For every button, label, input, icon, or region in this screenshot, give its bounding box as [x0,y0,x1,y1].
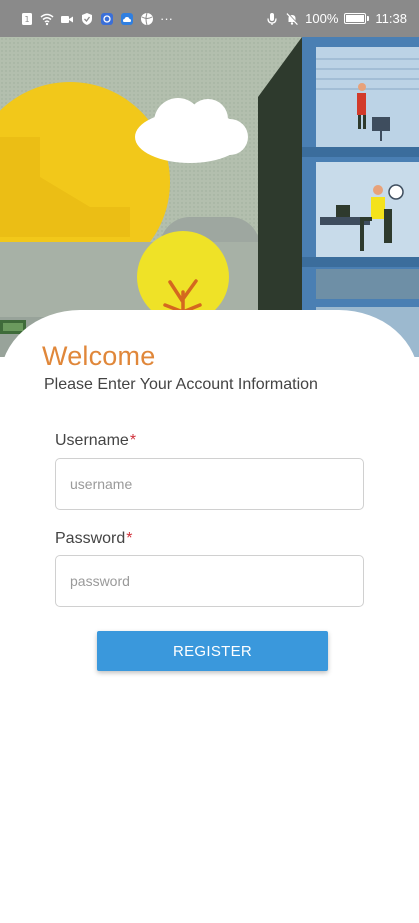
username-input[interactable] [55,458,364,510]
password-label: Password* [55,530,132,548]
video-icon [60,12,74,26]
hero-illustration [0,37,419,357]
status-bar-left: 1 ··· [20,11,173,26]
mic-icon [265,12,279,26]
login-card [0,310,419,923]
app-icon [100,12,114,26]
status-bar-right: 100% 11:38 [265,11,407,26]
status-time: 11:38 [375,11,407,26]
svg-text:1: 1 [24,15,29,24]
mute-bell-icon [285,12,299,26]
password-label-text: Password [55,530,126,547]
password-required-mark: * [126,530,133,547]
ball-icon [140,12,154,26]
battery-percent: 100% [305,11,339,26]
username-label-text: Username [55,432,129,449]
password-input[interactable] [55,555,364,607]
welcome-subtitle: Please Enter Your Account Information [44,376,318,393]
cloud-icon [120,12,134,26]
wifi-icon [40,12,54,26]
sim-icon: 1 [20,12,34,26]
welcome-title: Welcome [42,341,156,371]
more-notifications-indicator: ··· [160,11,173,26]
status-bar: 1 ··· 100% 11:38 [0,0,419,37]
username-required-mark: * [129,432,137,449]
battery-icon [344,13,370,24]
username-label: Username* [55,432,136,450]
shield-icon [80,12,94,26]
register-button[interactable]: REGISTER [97,631,328,671]
